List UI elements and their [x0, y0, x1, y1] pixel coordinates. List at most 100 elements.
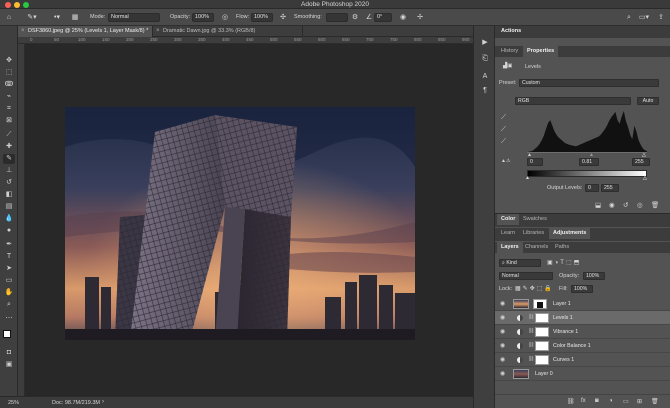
quick-mask-icon[interactable]: ◘ — [3, 348, 15, 358]
close-tab-icon[interactable]: × — [21, 26, 25, 37]
output-black-slider[interactable]: ▲ — [525, 175, 530, 181]
airbrush-icon[interactable]: ✣ — [278, 13, 288, 22]
history-panel-icon[interactable]: ⎗ — [479, 54, 491, 64]
blend-mode-select[interactable]: Normal — [499, 272, 553, 280]
white-point-eyedropper-icon[interactable]: ⟋ — [501, 138, 506, 146]
close-tab-icon[interactable]: × — [156, 26, 160, 37]
search-icon[interactable]: ⌕ — [624, 13, 634, 22]
eye-icon[interactable]: ◉ — [500, 370, 505, 377]
layer-row[interactable]: ◉ ⛓ Vibrance 1 — [495, 325, 670, 339]
smoothing-settings-icon[interactable]: ⚙ — [350, 13, 360, 22]
visibility-icon[interactable]: ◎ — [637, 201, 643, 209]
brush-preset-icon[interactable]: ✎▾ — [26, 13, 38, 22]
pressure-size-icon[interactable]: ◉ — [398, 13, 408, 22]
stamp-tool-icon[interactable]: ⊥ — [3, 166, 15, 176]
new-adjustment-icon[interactable]: ◑ — [609, 398, 613, 404]
type-tool-icon[interactable]: T — [3, 252, 15, 262]
clipping-warning-icon[interactable]: ▲⚠ — [501, 158, 510, 164]
tab-dsf3860[interactable]: × DSF3860.jpeg @ 25% (Levels 1, Layer Ma… — [18, 26, 153, 37]
tab-properties[interactable]: Properties — [523, 46, 559, 57]
gray-point-eyedropper-icon[interactable]: ⟋ — [501, 126, 506, 134]
character-panel-icon[interactable]: A — [479, 72, 491, 82]
document-size[interactable]: Doc: 98.7M/219.3M — [52, 400, 100, 406]
hand-tool-icon[interactable]: ✋ — [3, 288, 15, 298]
smoothing-field[interactable] — [326, 13, 348, 22]
layer-style-icon[interactable]: fx — [581, 398, 586, 404]
foreground-color-swatch[interactable] — [3, 330, 11, 338]
layer-opacity-field[interactable]: 100% — [583, 272, 605, 280]
tab-layers[interactable]: Layers — [497, 242, 523, 253]
layer-row[interactable]: ◉ ⛓ Curves 1 — [495, 353, 670, 367]
lasso-tool-icon[interactable]: ↂ — [3, 80, 15, 90]
zoom-tool-icon[interactable]: ⌕ — [3, 300, 15, 310]
input-white-field[interactable]: 255 — [632, 158, 650, 166]
eraser-tool-icon[interactable]: ◧ — [3, 190, 15, 200]
tab-history[interactable]: History — [497, 46, 522, 57]
clip-to-layer-icon[interactable]: ⬓ — [595, 201, 601, 209]
tab-dramatic-dawn[interactable]: × Dramatic Dawn.jpg @ 33.3% (RGB/8) — [153, 26, 303, 37]
move-tool-icon[interactable]: ✥ — [3, 56, 15, 66]
mode-select[interactable]: Normal — [108, 13, 160, 22]
tab-color[interactable]: Color — [497, 214, 520, 225]
paragraph-panel-icon[interactable]: ¶ — [479, 86, 491, 96]
auto-button[interactable]: Auto — [637, 97, 659, 105]
frame-tool-icon[interactable]: ⊠ — [3, 116, 15, 126]
blur-tool-icon[interactable]: 💧 — [3, 214, 15, 224]
input-mid-field[interactable]: 0.81 — [579, 158, 599, 166]
link-layers-icon[interactable]: ⛓ — [567, 398, 575, 405]
gradient-tool-icon[interactable]: ▤ — [3, 202, 15, 212]
share-icon[interactable]: ⇪ — [656, 13, 666, 22]
delete-layer-icon[interactable]: 🗑 — [651, 398, 659, 405]
brush-settings-icon[interactable]: ▦ — [70, 13, 80, 22]
symmetry-icon[interactable]: ✢ — [415, 13, 425, 22]
add-mask-icon[interactable]: ◙ — [595, 398, 599, 404]
history-brush-tool-icon[interactable]: ↺ — [3, 178, 15, 188]
preset-select[interactable]: Custom — [519, 79, 659, 87]
filter-type-icons[interactable]: ▣◑T⬚⬒ — [547, 259, 581, 266]
input-black-field[interactable]: 0 — [527, 158, 543, 166]
path-select-tool-icon[interactable]: ➤ — [3, 264, 15, 274]
status-menu-chevron-icon[interactable]: › — [102, 399, 104, 405]
view-previous-icon[interactable]: ◉ — [609, 201, 615, 209]
tab-adjustments[interactable]: Adjustments — [549, 228, 591, 239]
document-image[interactable] — [65, 107, 415, 340]
tab-libraries[interactable]: Libraries — [519, 228, 548, 239]
screen-mode-icon[interactable]: ▣ — [3, 360, 15, 370]
tab-actions[interactable]: Actions — [497, 26, 525, 37]
new-layer-icon[interactable]: ⊞ — [637, 398, 642, 405]
zoom-level[interactable]: 25% — [8, 400, 19, 406]
tab-learn[interactable]: Learn — [497, 228, 519, 239]
healing-tool-icon[interactable]: ✚ — [3, 142, 15, 152]
layer-row[interactable]: ◉ ⛓ Levels 1 — [495, 311, 670, 325]
pen-tool-icon[interactable]: ✒ — [3, 240, 15, 250]
tab-channels[interactable]: Channels — [521, 242, 552, 253]
new-group-icon[interactable]: ▭ — [623, 398, 629, 405]
eye-icon[interactable]: ◉ — [500, 300, 505, 307]
layer-filter-select[interactable]: ⌕ Kind — [499, 259, 541, 267]
eye-icon[interactable]: ◉ — [500, 342, 505, 349]
quick-select-tool-icon[interactable]: ⌁ — [3, 92, 15, 102]
angle-field[interactable]: 0° — [374, 13, 392, 22]
pressure-opacity-icon[interactable]: ◎ — [220, 13, 230, 22]
black-point-eyedropper-icon[interactable]: ⟋ — [501, 114, 506, 122]
dodge-tool-icon[interactable]: ● — [3, 226, 15, 236]
layer-row[interactable]: ◉ Layer 1 — [495, 297, 670, 311]
output-black-field[interactable]: 0 — [585, 184, 599, 192]
output-white-slider[interactable]: △ — [643, 175, 647, 181]
crop-tool-icon[interactable]: ⌗ — [3, 104, 15, 114]
eye-icon[interactable]: ◉ — [500, 356, 505, 363]
actions-panel-icon[interactable]: ▶ — [479, 38, 491, 48]
opacity-field[interactable]: 100% — [192, 13, 214, 22]
output-white-field[interactable]: 255 — [601, 184, 619, 192]
workspace-icon[interactable]: ▭▾ — [638, 13, 650, 22]
lock-icons[interactable]: ▦✎✥⬚🔒 — [515, 285, 554, 292]
tab-swatches[interactable]: Swatches — [519, 214, 551, 225]
canvas-area[interactable] — [25, 44, 473, 396]
shape-tool-icon[interactable]: ▭ — [3, 276, 15, 286]
eye-icon[interactable]: ◉ — [500, 314, 505, 321]
marquee-tool-icon[interactable]: ⬚ — [3, 68, 15, 78]
layer-row[interactable]: ◉ ⛓ Color Balance 1 — [495, 339, 670, 353]
eyedropper-tool-icon[interactable]: ⟋ — [3, 130, 15, 140]
brush-tool-icon[interactable]: ✎ — [3, 154, 15, 164]
channel-select[interactable]: RGB — [515, 97, 631, 105]
